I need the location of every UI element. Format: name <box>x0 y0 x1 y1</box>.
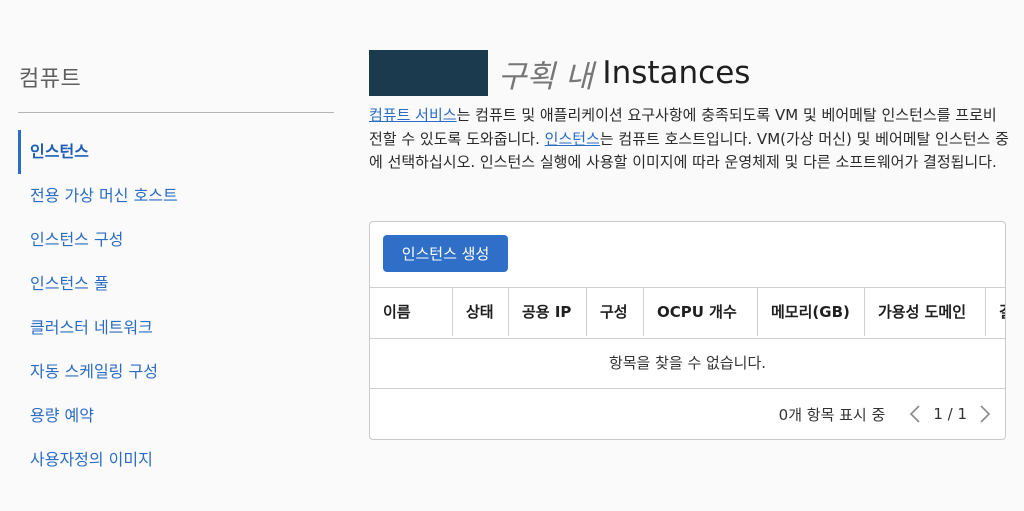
sidebar-item-autoscaling-configurations[interactable]: 자동 스케일링 구성 <box>18 350 334 394</box>
create-instance-button[interactable]: 인스턴스 생성 <box>383 235 508 272</box>
chevron-left-icon <box>910 405 920 423</box>
item-count: 0개 항목 표시 중 <box>778 405 886 424</box>
column-header-truncated[interactable]: 결 <box>986 288 1005 336</box>
page-indicator: 1 / 1 <box>933 405 967 423</box>
sidebar-item-dedicated-vm-hosts[interactable]: 전용 가상 머신 호스트 <box>18 174 334 218</box>
sidebar-item-instance-pools[interactable]: 인스턴스 풀 <box>18 262 334 306</box>
chevron-right-icon <box>980 405 991 423</box>
empty-table-message: 항목을 찾을 수 없습니다. <box>370 338 1005 389</box>
main-content: 구획 내 Instances 컴퓨트 서비스는 컴퓨트 및 애플리케이션 요구사… <box>369 0 1009 511</box>
compartment-suffix: 구획 내 <box>498 58 594 95</box>
compute-service-link[interactable]: 컴퓨트 서비스 <box>369 106 457 124</box>
column-header-name[interactable]: 이름 <box>370 288 453 336</box>
next-page-button[interactable] <box>975 399 995 429</box>
column-header-availability-domain[interactable]: 가용성 도메인 <box>865 288 986 336</box>
column-header-memory[interactable]: 메모리(GB) <box>758 288 865 336</box>
sidebar-item-custom-images[interactable]: 사용자정의 이미지 <box>18 438 334 482</box>
table-header: 이름 상태 공용 IP 구성 OCPU 개수 메모리(GB) 가용성 도메인 결 <box>370 287 1005 339</box>
sidebar-title: 컴퓨트 <box>19 67 82 92</box>
sidebar-item-cluster-networks[interactable]: 클러스터 네트워크 <box>18 306 334 350</box>
sidebar-item-instances[interactable]: 인스턴스 <box>18 130 334 174</box>
table-footer: 0개 항목 표시 중 1 / 1 <box>779 389 995 439</box>
sidebar-divider <box>18 112 334 113</box>
sidebar-item-instance-configurations[interactable]: 인스턴스 구성 <box>18 218 334 262</box>
instances-link[interactable]: 인스턴스 <box>545 130 600 148</box>
page-title: Instances <box>602 55 751 91</box>
column-header-public-ip[interactable]: 공용 IP <box>509 288 587 336</box>
column-header-shape[interactable]: 구성 <box>587 288 644 336</box>
sidebar-item-capacity-reservations[interactable]: 용량 예약 <box>18 394 334 438</box>
instances-table-panel: 인스턴스 생성 이름 상태 공용 IP 구성 OCPU 개수 메모리(GB) 가… <box>369 221 1006 440</box>
column-header-state[interactable]: 상태 <box>453 288 509 336</box>
redacted-compartment-name <box>369 50 488 96</box>
page-header: 구획 내 Instances <box>369 50 750 96</box>
sidebar: 컴퓨트 인스턴스 전용 가상 머신 호스트 인스턴스 구성 인스턴스 풀 클러스… <box>0 0 340 511</box>
previous-page-button[interactable] <box>905 399 925 429</box>
page-description: 컴퓨트 서비스는 컴퓨트 및 애플리케이션 요구사항에 충족되도록 VM 및 베… <box>369 104 1009 175</box>
column-header-ocpu-count[interactable]: OCPU 개수 <box>644 288 758 336</box>
sidebar-nav: 인스턴스 전용 가상 머신 호스트 인스턴스 구성 인스턴스 풀 클러스터 네트… <box>18 130 334 482</box>
